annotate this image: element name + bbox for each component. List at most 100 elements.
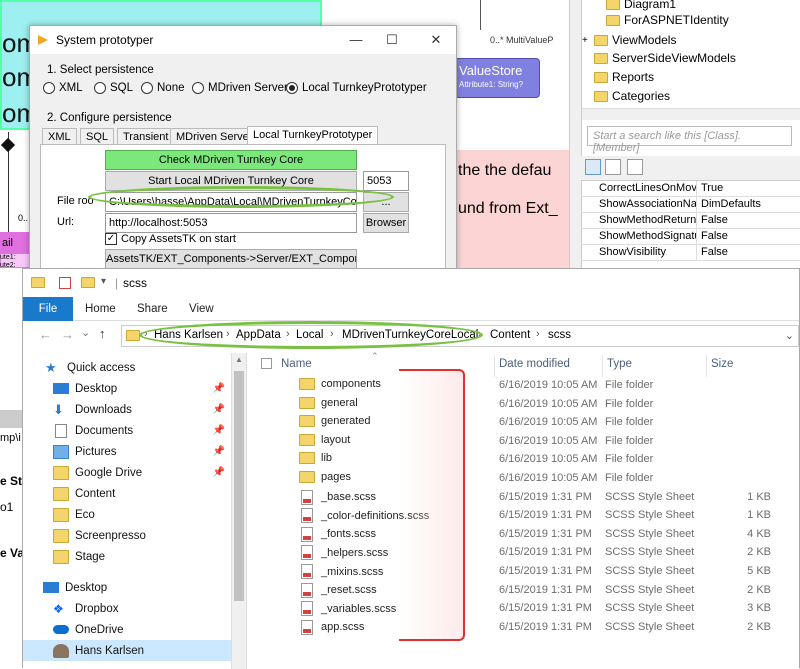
- radio-circle-selected[interactable]: [286, 82, 298, 94]
- browser-button[interactable]: Browser: [363, 213, 409, 233]
- property-value[interactable]: False: [699, 245, 728, 260]
- nav-documents[interactable]: Documents 📌: [23, 420, 231, 441]
- check-turnkey-button[interactable]: Check MDriven Turnkey Core: [105, 150, 357, 170]
- scroll-thumb[interactable]: [234, 371, 244, 601]
- property-row[interactable]: CorrectLinesOnMove True: [581, 181, 800, 197]
- class-box-valuestore[interactable]: ValueStore Attribute1: String?: [454, 58, 540, 98]
- file-row[interactable]: _reset.scss 6/15/2019 1:31 PM SCSS Style S…: [247, 582, 799, 601]
- radio-circle[interactable]: [192, 82, 204, 94]
- forward-icon[interactable]: →: [61, 327, 74, 342]
- properties-icon[interactable]: [59, 277, 71, 289]
- file-row[interactable]: _mixins.scss 6/15/2019 1:31 PM SCSS Style …: [247, 563, 799, 582]
- dialog-titlebar[interactable]: System prototyper — ☐ ✕: [30, 26, 456, 54]
- file-row[interactable]: generated 6/16/2019 10:05 AM File folder: [247, 414, 799, 433]
- breadcrumb-content[interactable]: Content: [490, 329, 530, 341]
- column-size[interactable]: Size: [707, 355, 787, 377]
- ribbon-tab-view[interactable]: View: [179, 297, 224, 321]
- pin-icon[interactable]: 📌: [213, 404, 225, 415]
- nav-desktop-root[interactable]: Desktop: [23, 577, 231, 598]
- port-field[interactable]: 5053: [363, 171, 409, 191]
- url-field[interactable]: http://localhost:5053: [105, 213, 357, 233]
- tree-item[interactable]: Reports: [594, 68, 654, 86]
- nav-quick-access[interactable]: ★ Quick access: [23, 357, 231, 378]
- column-type[interactable]: Type: [603, 355, 707, 377]
- nav-dropbox[interactable]: ❖ Dropbox: [23, 598, 231, 619]
- assets-copy-button[interactable]: AssetsTK/EXT_Components->Server/EXT_Comp…: [105, 249, 357, 269]
- property-row[interactable]: ShowVisibility False: [581, 245, 800, 261]
- property-value[interactable]: False: [699, 229, 728, 244]
- scroll-up-icon[interactable]: ▲: [235, 355, 243, 364]
- file-row[interactable]: layout 6/16/2019 10:05 AM File folder: [247, 433, 799, 452]
- ribbon-tab-file[interactable]: File: [23, 297, 73, 321]
- nav-onedrive[interactable]: OneDrive: [23, 619, 231, 640]
- file-row[interactable]: lib 6/16/2019 10:05 AM File folder: [247, 451, 799, 470]
- nav-pictures[interactable]: Pictures 📌: [23, 441, 231, 462]
- maximize-icon[interactable]: ☐: [374, 26, 410, 54]
- back-icon[interactable]: ←: [39, 327, 52, 342]
- property-value[interactable]: DimDefaults: [699, 197, 761, 212]
- minimize-icon[interactable]: —: [338, 26, 374, 54]
- nav-stage[interactable]: Stage: [23, 546, 231, 567]
- select-all-checkbox[interactable]: [261, 358, 272, 369]
- tree-item[interactable]: Categories: [594, 87, 670, 105]
- radio-sql[interactable]: SQL: [94, 82, 133, 94]
- close-icon[interactable]: ✕: [418, 26, 454, 54]
- pin-icon[interactable]: 📌: [213, 425, 225, 436]
- file-row[interactable]: app.scss 6/15/2019 1:31 PM SCSS Style Shee…: [247, 619, 799, 638]
- explorer-titlebar[interactable]: ▾ | scss: [23, 269, 799, 297]
- nav-google-drive[interactable]: Google Drive 📌: [23, 462, 231, 483]
- radio-local-turnkey[interactable]: Local TurnkeyPrototyper: [286, 82, 427, 94]
- radio-circle[interactable]: [141, 82, 153, 94]
- nav-content[interactable]: Content: [23, 483, 231, 504]
- new-folder-icon[interactable]: [81, 277, 95, 288]
- splitter[interactable]: [569, 0, 581, 268]
- file-row[interactable]: components 6/16/2019 10:05 AM File folder: [247, 377, 799, 396]
- nav-downloads[interactable]: ⬇ Downloads 📌: [23, 399, 231, 420]
- ribbon-tab-share[interactable]: Share: [127, 297, 178, 321]
- radio-mdriven-server[interactable]: MDriven Server: [192, 82, 288, 94]
- pin-icon[interactable]: 📌: [213, 446, 225, 457]
- nav-screenpresso[interactable]: Screenpresso: [23, 525, 231, 546]
- checkmark-icon[interactable]: ✓: [105, 233, 117, 245]
- radio-none[interactable]: None: [141, 82, 185, 94]
- radio-circle[interactable]: [94, 82, 106, 94]
- recent-locations-icon[interactable]: ⌄: [81, 326, 90, 339]
- expand-icon[interactable]: +: [582, 35, 592, 46]
- property-row[interactable]: ShowAssociationNam DimDefaults: [581, 197, 800, 213]
- property-value[interactable]: True: [699, 181, 723, 196]
- column-date[interactable]: Date modified: [495, 355, 603, 377]
- file-row[interactable]: _color-definitions.scss 6/15/2019 1:31 PM…: [247, 507, 799, 526]
- tree-item[interactable]: ForASPNETIdentity: [606, 11, 729, 29]
- property-row[interactable]: ShowMethodReturnT False: [581, 213, 800, 229]
- nav-hans-karlsen[interactable]: Hans Karlsen: [23, 640, 231, 661]
- up-icon[interactable]: ↑: [99, 326, 106, 341]
- tab-local-turnkey[interactable]: Local TurnkeyPrototyper: [247, 126, 379, 146]
- nav-scrollbar[interactable]: ▲: [231, 353, 247, 669]
- sort-alpha-icon[interactable]: [605, 159, 621, 175]
- nav-desktop[interactable]: Desktop 📌: [23, 378, 231, 399]
- file-row[interactable]: _base.scss 6/15/2019 1:31 PM SCSS Style Sh…: [247, 489, 799, 508]
- property-pages-icon[interactable]: [627, 159, 643, 175]
- pin-icon[interactable]: 📌: [213, 383, 225, 394]
- tree-hscroll[interactable]: [582, 108, 800, 120]
- tree-item[interactable]: ServerSideViewModels: [594, 49, 736, 67]
- file-row[interactable]: _variables.scss 6/15/2019 1:31 PM SCSS Sty…: [247, 600, 799, 619]
- customize-toolbar-icon[interactable]: ▾: [101, 276, 106, 287]
- breadcrumb-scss[interactable]: scss: [548, 329, 571, 341]
- tree-item[interactable]: + ViewModels: [582, 31, 676, 49]
- ribbon-tab-home[interactable]: Home: [75, 297, 126, 321]
- property-row[interactable]: ShowMethodSignatu False: [581, 229, 800, 245]
- address-dropdown-icon[interactable]: ⌄: [785, 329, 794, 342]
- radio-circle[interactable]: [43, 82, 55, 94]
- radio-xml[interactable]: XML: [43, 82, 83, 94]
- property-value[interactable]: False: [699, 213, 728, 228]
- file-row[interactable]: _helpers.scss 6/15/2019 1:31 PM SCSS Style…: [247, 544, 799, 563]
- file-row[interactable]: pages 6/16/2019 10:05 AM File folder: [247, 470, 799, 489]
- model-search-input[interactable]: Start a search like this [Class].[Member…: [587, 126, 792, 154]
- file-row[interactable]: _fonts.scss 6/15/2019 1:31 PM SCSS Style S…: [247, 526, 799, 545]
- categorized-icon[interactable]: [585, 159, 601, 175]
- pin-icon[interactable]: 📌: [213, 467, 225, 478]
- copy-assets-checkbox[interactable]: ✓ Copy AssetsTK on start: [105, 233, 236, 245]
- file-row[interactable]: general 6/16/2019 10:05 AM File folder: [247, 396, 799, 415]
- nav-eco[interactable]: Eco: [23, 504, 231, 525]
